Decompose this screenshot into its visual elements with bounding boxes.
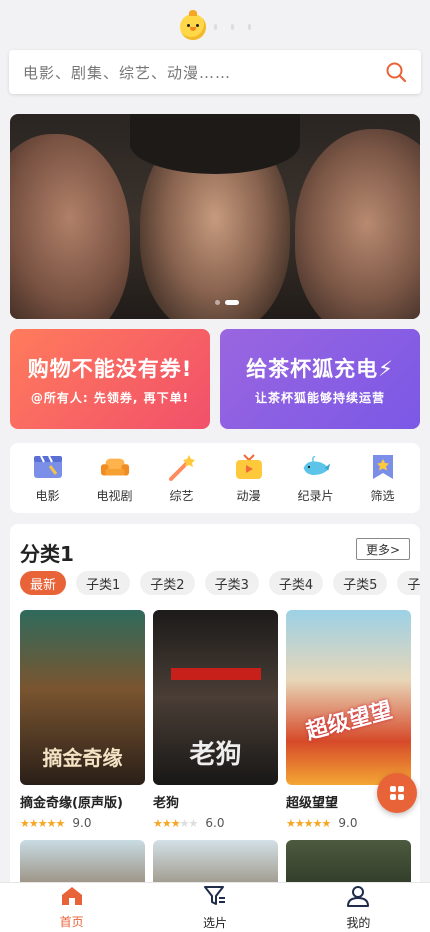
movie-rating: ★★★★★ 9.0 (20, 816, 145, 830)
promo-title: 购物不能没有券! (27, 356, 193, 381)
nav-label: 我的 (346, 915, 371, 930)
home-icon (61, 886, 83, 910)
section-title: 分类1 (20, 542, 74, 566)
movie-clapper-icon (33, 453, 63, 481)
poster-title: 摘金奇缘 (42, 746, 123, 770)
tab-subcategory-2[interactable]: 子类2 (140, 571, 195, 595)
promo-subtitle: 让茶杯狐能够持续运营 (254, 390, 385, 405)
movie-title[interactable]: 摘金奇缘(原声版) (20, 792, 145, 811)
banner-pagination (215, 300, 239, 305)
movie-rating: ★★★★★ 9.0 (286, 816, 411, 830)
category-anime[interactable]: 动漫 (219, 453, 279, 504)
whale-icon (301, 453, 331, 481)
anime-tv-icon (234, 453, 264, 481)
logo-decoration (213, 24, 251, 30)
movie-poster[interactable]: 摘金奇缘 (20, 610, 145, 785)
search-bar[interactable]: 电影、剧集、综艺、动漫…… (9, 50, 421, 94)
movie-poster[interactable]: 老狗 (153, 610, 278, 785)
movie-score: 9.0 (72, 816, 92, 830)
tab-subcategory-6[interactable]: 子 (397, 571, 420, 595)
bottom-nav: 首页 选片 我的 (0, 882, 430, 932)
movie-card[interactable]: 摘金奇缘 摘金奇缘(原声版) ★★★★★ 9.0 (20, 610, 145, 830)
coupon-promo-card[interactable]: 购物不能没有券! @所有人: 先领券, 再下单! (10, 329, 210, 429)
filter-icon (203, 885, 227, 911)
star-rating: ★★★★★ (286, 816, 331, 830)
category-tv-series[interactable]: 电视剧 (85, 453, 145, 504)
category-movie[interactable]: 电影 (18, 453, 78, 504)
movie-card[interactable]: 老狗 老狗 ★★★★★ 6.0 (153, 610, 278, 830)
star-rating: ★★★★★ (20, 816, 65, 830)
search-input[interactable]: 电影、剧集、综艺、动漫…… (23, 62, 385, 83)
nav-label: 首页 (59, 914, 84, 929)
more-button[interactable]: 更多> (356, 538, 410, 560)
category-section: 分类1 更多> 最新 子类1 子类2 子类3 子类4 子类5 子 摘金奇缘 摘金… (10, 524, 420, 924)
category-documentary[interactable]: 纪录片 (286, 453, 346, 504)
movie-score: 6.0 (205, 816, 225, 830)
donate-promo-card[interactable]: 给茶杯狐充电⚡ 让茶杯狐能够持续运营 (220, 329, 420, 429)
banner-image (10, 134, 130, 319)
grid-icon (390, 786, 404, 800)
movie-poster[interactable]: 超级望望 (286, 610, 411, 785)
movie-title[interactable]: 老狗 (153, 792, 278, 811)
tab-subcategory-4[interactable]: 子类4 (268, 571, 324, 595)
category-variety[interactable]: 综艺 (152, 453, 212, 504)
promo-subtitle: @所有人: 先领券, 再下单! (30, 390, 190, 405)
subcategory-tabs: 最新 子类1 子类2 子类3 子类4 子类5 子 (20, 571, 420, 595)
promo-title: 给茶杯狐充电 (246, 356, 379, 381)
tab-subcategory-3[interactable]: 子类3 (204, 571, 259, 595)
category-filter[interactable]: 筛选 (353, 453, 413, 504)
magic-wand-icon (167, 453, 197, 481)
search-icon[interactable] (385, 61, 407, 83)
nav-profile[interactable]: 我的 (287, 883, 430, 932)
app-root: 电影、剧集、综艺、动漫…… 购物不能没有券! @所有人: 先领券, 再下单! 给… (0, 0, 430, 932)
poster-title: 超级望望 (303, 696, 395, 745)
movie-grid: 摘金奇缘 摘金奇缘(原声版) ★★★★★ 9.0 老狗 老狗 ★★★★★ 6.0 (20, 610, 411, 830)
poster-title: 老狗 (189, 740, 242, 770)
nav-home[interactable]: 首页 (0, 883, 143, 932)
tv-sofa-icon (100, 453, 130, 481)
star-rating: ★★★★★ (153, 816, 198, 830)
chick-logo-icon (179, 10, 206, 40)
nav-pick[interactable]: 选片 (143, 883, 286, 932)
user-icon (346, 885, 370, 911)
movie-rating: ★★★★★ 6.0 (153, 816, 278, 830)
nav-label: 选片 (202, 915, 227, 930)
tab-subcategory-1[interactable]: 子类1 (76, 571, 131, 595)
category-bar: 电影 电视剧 综艺 动漫 纪录片 筛选 (10, 443, 420, 513)
app-logo (0, 10, 430, 44)
hero-banner[interactable] (10, 114, 420, 319)
tab-latest[interactable]: 最新 (20, 571, 67, 595)
lightning-icon: ⚡ (378, 356, 394, 381)
category-menu-button[interactable] (377, 773, 417, 813)
tab-subcategory-5[interactable]: 子类5 (333, 571, 388, 595)
movie-score: 9.0 (338, 816, 358, 830)
bookmark-star-icon (368, 453, 398, 481)
